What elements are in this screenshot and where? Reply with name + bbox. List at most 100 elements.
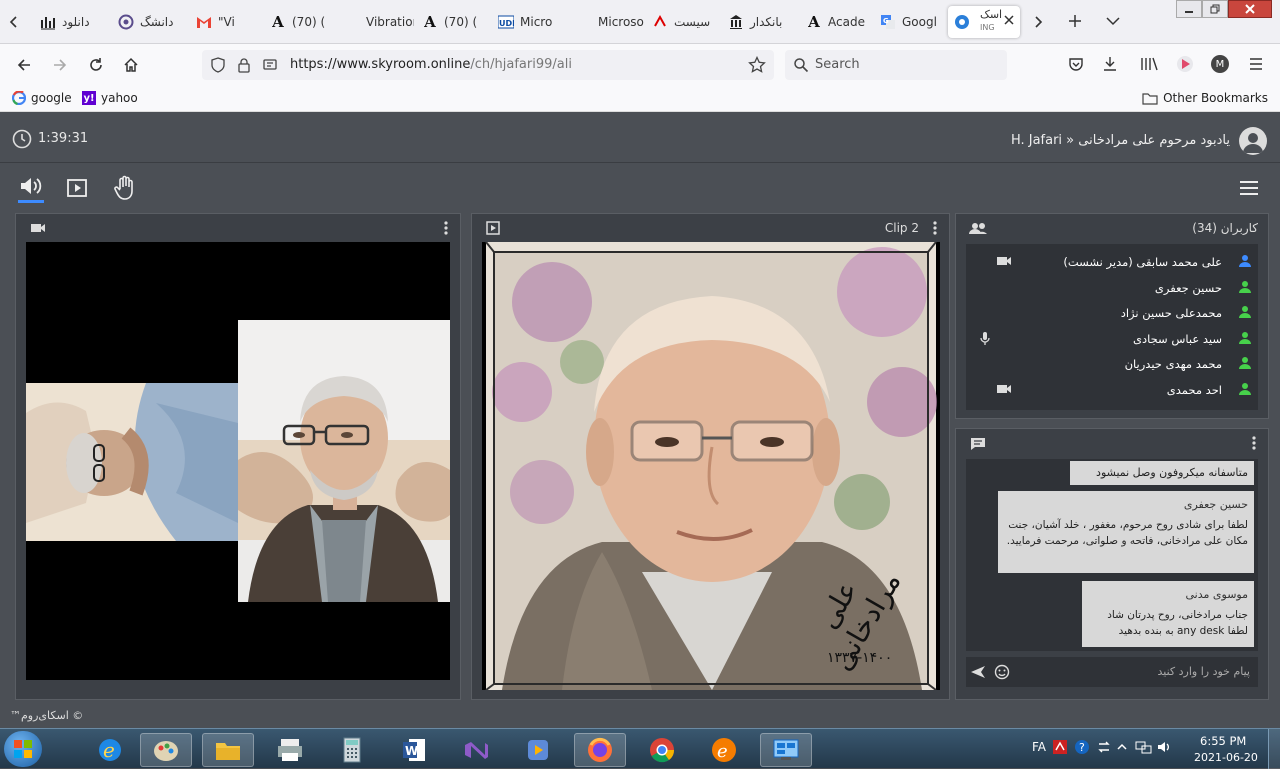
media-player-icon[interactable] [512, 733, 564, 767]
edge-legacy-icon[interactable]: e [698, 733, 750, 767]
tab-4[interactable]: A (70) ( [264, 6, 334, 38]
raise-hand-button[interactable] [113, 175, 137, 201]
paint-icon[interactable] [140, 733, 192, 767]
permissions-icon[interactable] [262, 57, 278, 73]
download-icon[interactable] [1102, 56, 1118, 72]
emoji-icon[interactable] [994, 664, 1010, 680]
window-close-button[interactable] [1228, 0, 1272, 18]
visual-studio-icon[interactable] [450, 733, 502, 767]
sync-tray-icon[interactable] [1096, 739, 1112, 755]
chat-message-author: حسین جعفری [1183, 498, 1248, 511]
tab-11[interactable]: A Acade [800, 6, 870, 38]
chrome-icon[interactable] [636, 733, 688, 767]
star-icon[interactable] [748, 56, 766, 74]
tab-5[interactable]: Vibration_ [338, 6, 414, 38]
tab-10[interactable]: بانکدار [722, 6, 798, 38]
tab-scroll-left-button[interactable] [6, 13, 22, 31]
library-icon[interactable] [1140, 56, 1158, 72]
user-status-icon [1238, 331, 1252, 345]
volume-tray-icon[interactable] [1156, 739, 1172, 755]
windows-taskbar: e We FA ? 6:55 PM 2021-06-20 [0, 728, 1280, 769]
tab-2[interactable]: دانشگ [112, 6, 188, 38]
user-row[interactable]: حسین جعفری [966, 276, 1258, 301]
clip-panel: Clip 2 علی مرادخانی ۱۳۳۷-۱۴۰۰ [471, 213, 950, 700]
tab-7[interactable]: UDE Micro [492, 6, 566, 38]
user-row[interactable]: محمد مهدی حیدریان [966, 352, 1258, 377]
tab-label: Micro [520, 15, 553, 29]
show-desktop-button[interactable] [1268, 729, 1280, 769]
media-player-button[interactable] [66, 177, 88, 199]
other-bookmarks[interactable]: Other Bookmarks [1142, 91, 1268, 105]
internet-explorer-icon[interactable]: e [84, 733, 136, 767]
remote-desktop-icon[interactable] [760, 733, 812, 767]
language-indicator[interactable]: FA [1032, 740, 1046, 754]
app-menu-button[interactable] [1238, 179, 1260, 197]
speaker-icon [21, 178, 42, 194]
tab-1[interactable]: دانلود [34, 6, 108, 38]
gmail-icon [196, 14, 212, 30]
list-all-tabs-button[interactable] [1104, 12, 1122, 30]
svg-text:UDE: UDE [499, 19, 514, 28]
bookmark-google[interactable]: google [12, 91, 72, 105]
home-button[interactable] [117, 52, 145, 78]
search-icon [794, 58, 809, 73]
more-vertical-icon[interactable] [1252, 436, 1256, 450]
close-tab-icon[interactable] [1004, 15, 1014, 25]
pocket-icon[interactable] [1068, 56, 1084, 72]
send-icon[interactable] [970, 664, 986, 680]
word-icon[interactable]: W [388, 733, 440, 767]
file-explorer-icon[interactable] [202, 733, 254, 767]
start-button[interactable] [4, 731, 42, 767]
window-restore-button[interactable] [1202, 0, 1228, 18]
user-row[interactable]: محمدعلی حسین نژاد [966, 301, 1258, 326]
search-box[interactable]: Search [785, 50, 1007, 80]
photo-caption-years: ۱۳۳۷-۱۴۰۰ [827, 650, 893, 666]
tab-3[interactable]: "Vi [190, 6, 260, 38]
clock-time[interactable]: 6:55 PM [1200, 734, 1246, 748]
calculator-icon[interactable] [326, 733, 378, 767]
window-minimize-button[interactable] [1176, 0, 1202, 18]
hamburger-menu-icon[interactable] [1248, 56, 1264, 72]
chat-message-text: لطفا برای شادی روح مرحوم، مغفور ، خلد آش… [1006, 519, 1248, 547]
new-tab-button[interactable] [1066, 12, 1084, 30]
video-camera-icon [996, 383, 1012, 395]
hand-icon [114, 175, 133, 200]
tab-9[interactable]: سیست [646, 6, 720, 38]
tab-scroll-right-button[interactable] [1030, 13, 1046, 31]
user-avatar[interactable] [1239, 127, 1267, 155]
chat-input[interactable]: پیام خود را وارد کنید [966, 657, 1258, 687]
speaker-button[interactable] [18, 175, 44, 203]
tab-13[interactable]: اسک ING [948, 6, 1020, 38]
tab-6[interactable]: A (70) ( [416, 6, 486, 38]
network-tray-icon[interactable] [1134, 739, 1152, 755]
firefox-icon[interactable] [574, 733, 626, 767]
more-vertical-icon[interactable] [444, 221, 448, 235]
page-icon [576, 14, 592, 30]
user-row[interactable]: سید عباس سجادی [966, 327, 1258, 352]
microphone-icon [980, 331, 990, 346]
tab-8[interactable]: Microsoft [570, 6, 644, 38]
play-box-icon [67, 179, 87, 197]
profile-avatar[interactable]: M [1211, 55, 1229, 73]
user-row[interactable]: علی محمد سابقی (مدیر نشست) [966, 250, 1258, 275]
more-vertical-icon[interactable] [933, 221, 937, 235]
acrobat-tray-icon[interactable] [1052, 739, 1068, 755]
forward-button[interactable] [46, 52, 74, 78]
chat-messages: متاسفانه میکروفون وصل نمیشود حسین جعفری … [966, 459, 1258, 651]
printer-icon[interactable] [264, 733, 316, 767]
user-row[interactable]: احد محمدی [966, 378, 1258, 403]
bank-icon [728, 14, 744, 30]
url-text[interactable]: https://www.skyroom.online/ch/hjafari99/… [290, 57, 572, 72]
reload-button[interactable] [82, 52, 110, 78]
help-tray-icon[interactable]: ? [1074, 739, 1090, 755]
media-extension-icon[interactable] [1176, 55, 1194, 73]
chat-input-placeholder: پیام خود را وارد کنید [1157, 665, 1250, 678]
show-hidden-icons-icon[interactable] [1116, 741, 1128, 753]
tab-12[interactable]: G Googl [874, 6, 944, 38]
url-bar[interactable]: https://www.skyroom.online/ch/hjafari99/… [202, 50, 774, 80]
clock-date[interactable]: 2021-06-20 [1194, 751, 1258, 764]
bookmark-yahoo[interactable]: y! yahoo [82, 91, 138, 105]
clip-video[interactable]: علی مرادخانی ۱۳۳۷-۱۴۰۰ [482, 242, 940, 690]
back-button[interactable] [10, 52, 38, 78]
lock-icon [238, 58, 250, 73]
